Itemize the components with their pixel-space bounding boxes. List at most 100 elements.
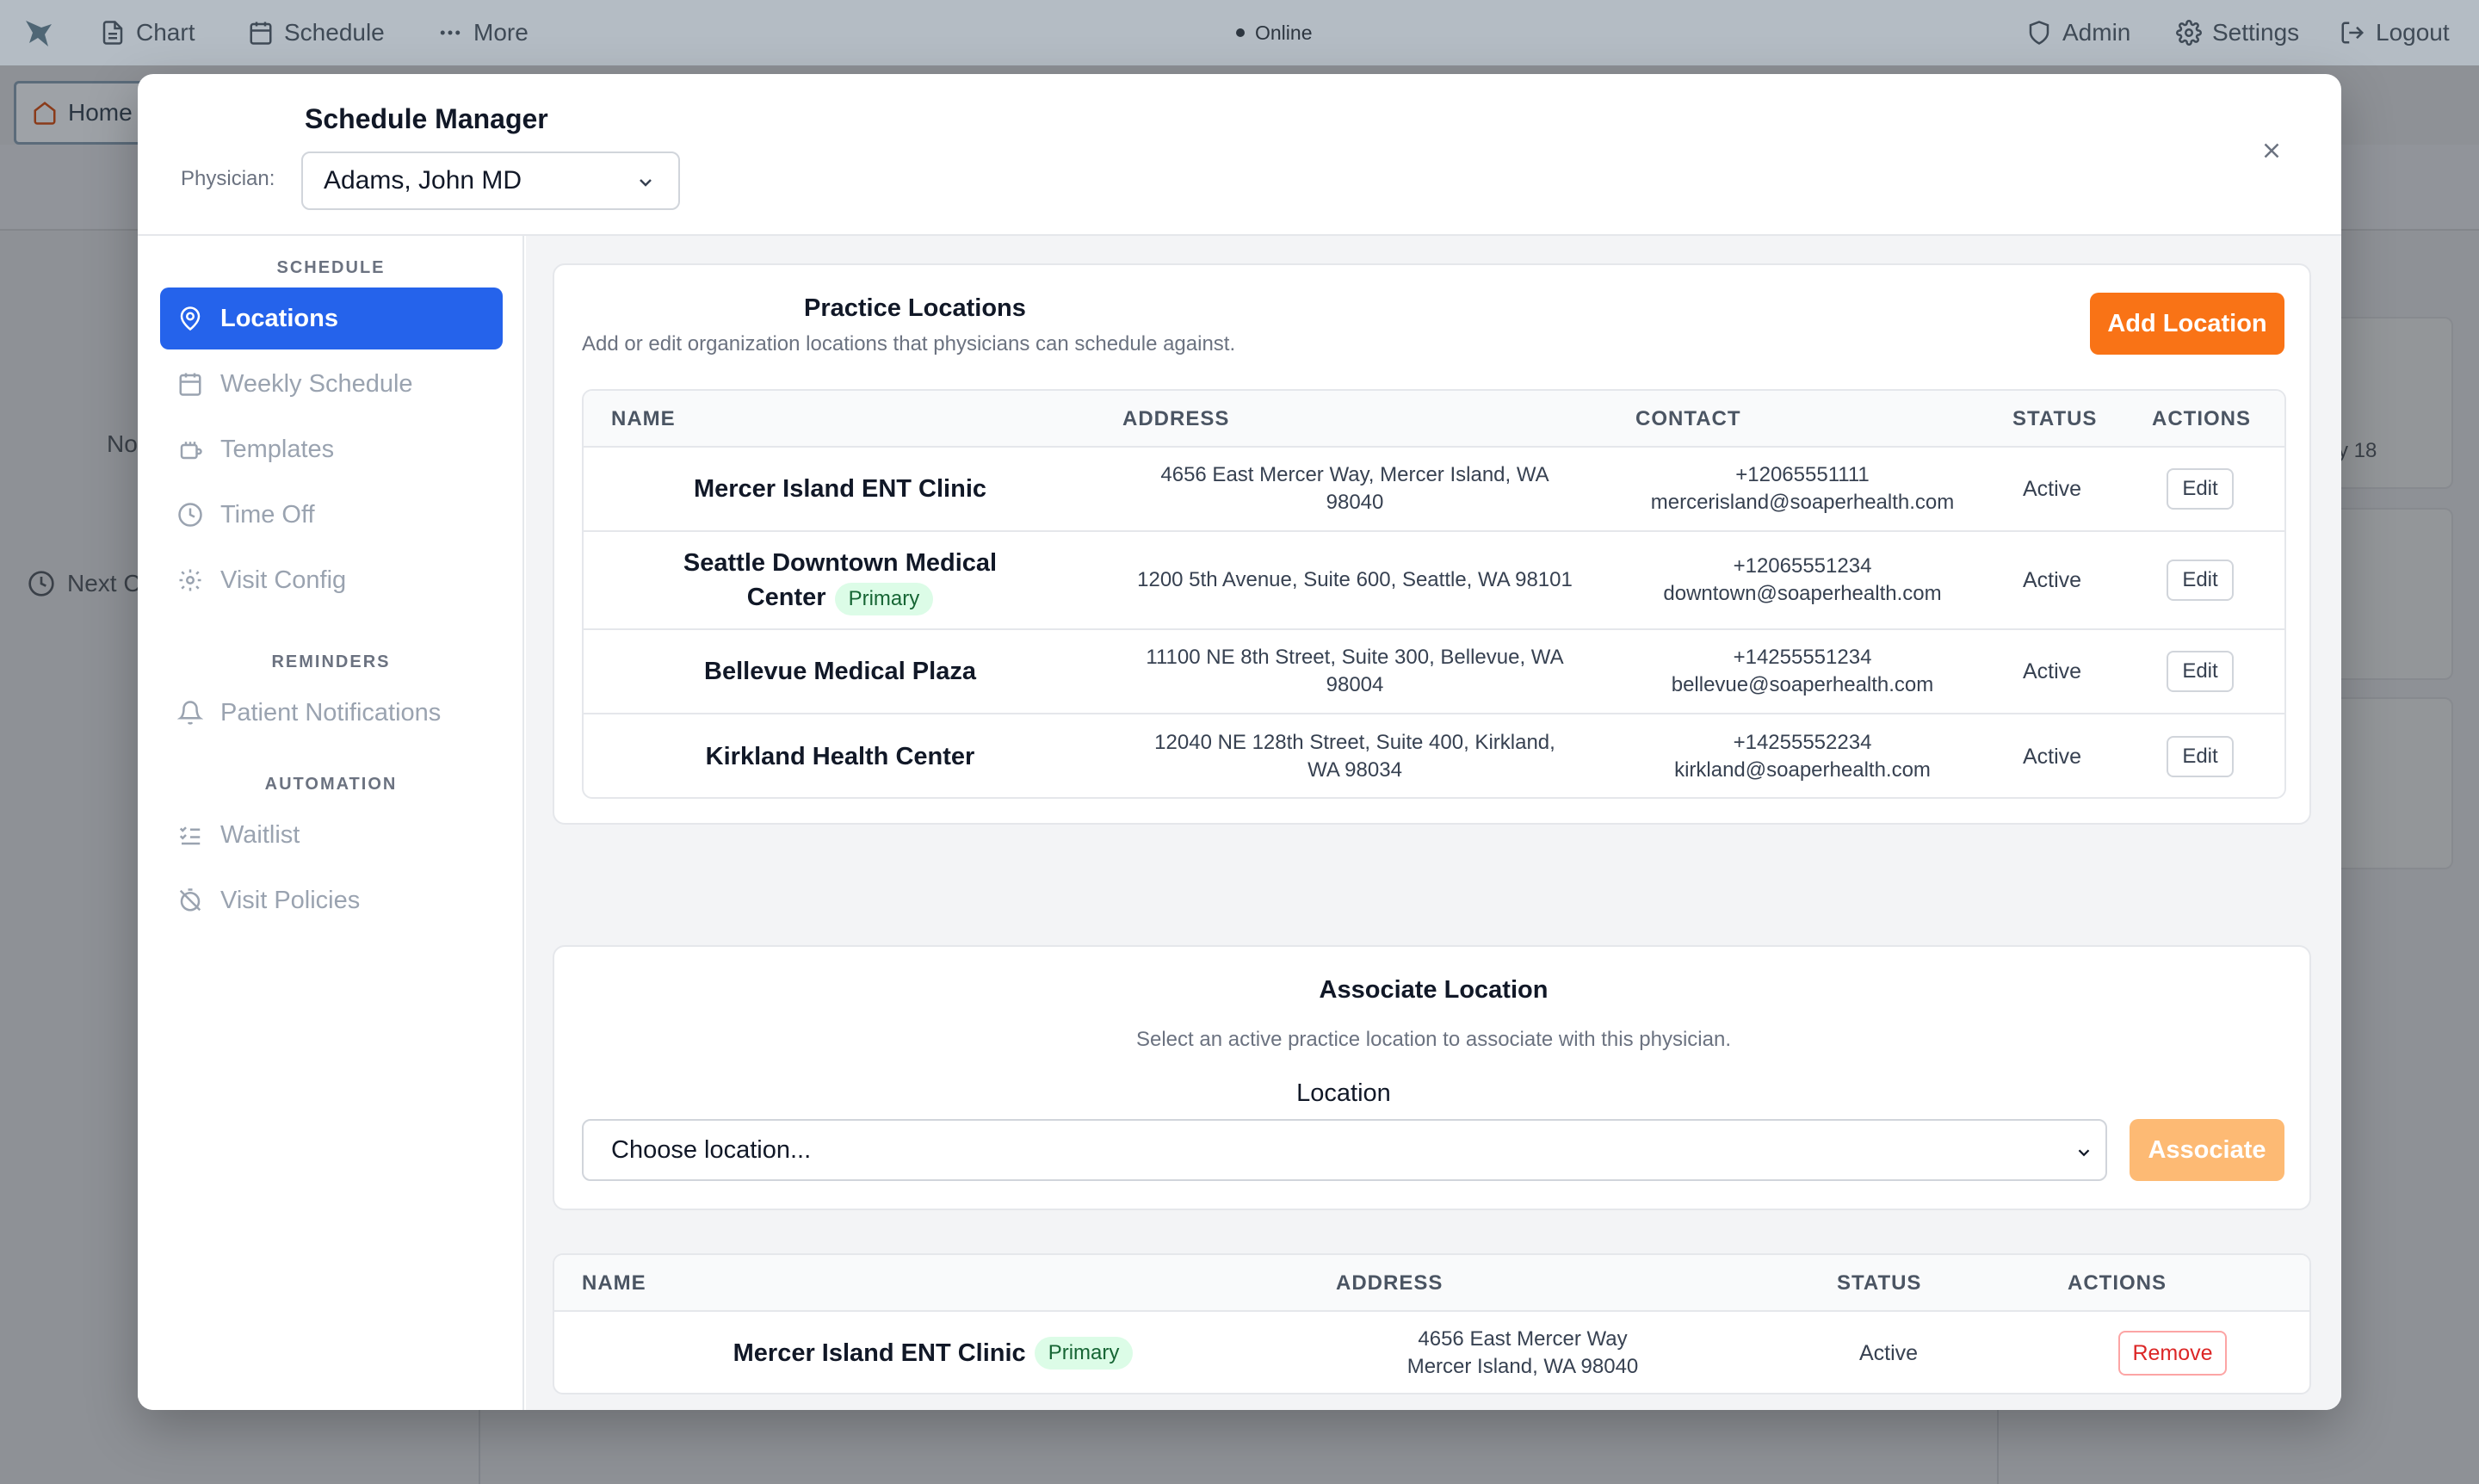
location-status: Active	[2022, 744, 2082, 769]
location-actions: Edit	[2112, 532, 2284, 628]
address-line: 98004	[1326, 673, 1384, 696]
location-field-label: Location	[1296, 1079, 1391, 1107]
table-header: NAME ADDRESS STATUS ACTIONS	[554, 1255, 2309, 1312]
location-contact: +14255552234 kirkland@soaperhealth.com	[1613, 714, 1992, 797]
column-header-address: ADDRESS	[1122, 407, 1230, 430]
clock-icon	[178, 503, 202, 527]
location-address: 12040 NE 128th Street, Suite 400, Kirkla…	[1097, 714, 1613, 797]
contact-email: mercerisland@soaperhealth.com	[1650, 491, 1955, 514]
document-icon	[102, 21, 123, 45]
edit-location-button[interactable]: Edit	[2167, 736, 2234, 777]
sidebar-item-label: Time Off	[220, 500, 315, 529]
location-actions: Edit	[2112, 714, 2284, 797]
sidebar-item-visit-config[interactable]: Visit Config	[160, 549, 503, 611]
sidebar-item-weekly-schedule[interactable]: Weekly Schedule	[160, 353, 503, 415]
bell-icon	[177, 701, 203, 725]
sidebar-item-patient-notifications[interactable]: Patient Notifications	[160, 682, 503, 744]
address-line: 4656 East Mercer Way	[1418, 1327, 1628, 1351]
associate-button[interactable]: Associate	[2130, 1119, 2284, 1181]
column-header-contact: CONTACT	[1635, 407, 1741, 430]
add-location-button[interactable]: Add Location	[2090, 293, 2284, 355]
nav-schedule-label: Schedule	[284, 19, 385, 46]
associated-location-name: Mercer Island ENT Clinic Primary	[554, 1312, 1312, 1393]
column-header-actions: ACTIONS	[2068, 1271, 2167, 1295]
location-select[interactable]: Choose location...	[582, 1119, 2107, 1181]
calendar-icon	[179, 373, 201, 396]
nav-chart[interactable]: Chart	[100, 0, 195, 65]
clock-icon	[28, 571, 54, 597]
contact-phone: +14255551234	[1733, 646, 1872, 669]
location-name: Bellevue Medical Plaza	[704, 658, 976, 685]
physician-select[interactable]: Adams, John MD	[301, 151, 680, 210]
location-name-line: Seattle Downtown Medical	[683, 548, 998, 577]
sidebar-item-label: Waitlist	[220, 820, 300, 849]
location-status: Active	[2022, 476, 2082, 501]
edit-location-button[interactable]: Edit	[2167, 560, 2234, 601]
location-name: Seattle Downtown Medical Center Primary	[584, 532, 1097, 628]
nav-logout-label: Logout	[2376, 19, 2450, 46]
location-name-text: Mercer Island ENT Clinic	[733, 1339, 1026, 1367]
background-fragment-date: y 18	[2338, 439, 2377, 462]
address-line: 4656 East Mercer Way, Mercer Island, WA	[1160, 463, 1549, 486]
sidebar-item-locations[interactable]: Locations	[160, 288, 503, 349]
primary-badge: Primary	[834, 582, 934, 615]
home-tab-label: Home	[68, 99, 133, 126]
location-contact: +12065551111 mercerisland@soaperhealth.c…	[1613, 448, 1992, 530]
location-address: 1200 5th Avenue, Suite 600, Seattle, WA …	[1097, 532, 1613, 628]
column-header-actions: ACTIONS	[2152, 407, 2251, 430]
primary-badge: Primary	[1034, 1337, 1134, 1370]
address-line: Mercer Island, WA 98040	[1406, 1355, 1639, 1378]
sidebar-section-reminders: REMINDERS	[271, 652, 391, 671]
table-row: Bellevue Medical Plaza 11100 NE 8th Stre…	[584, 630, 2284, 714]
nav-more-label: More	[473, 19, 529, 46]
location-name: Mercer Island ENT Clinic	[693, 475, 987, 503]
nav-more[interactable]: More	[437, 0, 529, 65]
practice-locations-card: Practice Locations Add or edit organizat…	[553, 263, 2311, 825]
contact-phone: +14255552234	[1733, 731, 1872, 754]
schedule-manager-modal: Schedule Manager Physician: Adams, John …	[138, 74, 2341, 1410]
sidebar-item-waitlist[interactable]: Waitlist	[160, 804, 503, 866]
app-logo-icon[interactable]	[22, 15, 57, 50]
sidebar-item-templates[interactable]: Templates	[160, 418, 503, 480]
associated-location-address: 4656 East Mercer Way Mercer Island, WA 9…	[1312, 1312, 1734, 1393]
contact-email: kirkland@soaperhealth.com	[1674, 758, 1931, 782]
table-row: Seattle Downtown Medical Center Primary 1…	[584, 532, 2284, 630]
nav-schedule[interactable]: Schedule	[248, 0, 385, 65]
location-contact: +14255551234 bellevue@soaperhealth.com	[1613, 630, 1992, 713]
nav-logout[interactable]: Logout	[2340, 0, 2450, 65]
connection-status-label: Online	[1255, 21, 1313, 44]
location-name-line-2: Center Primary	[747, 580, 934, 615]
location-actions: Edit	[2112, 630, 2284, 713]
table-row: Mercer Island ENT Clinic Primary 4656 Eas…	[554, 1312, 2309, 1393]
sidebar-item-visit-policies[interactable]: Visit Policies	[160, 869, 503, 931]
connection-status: Online	[1236, 0, 1312, 65]
edit-location-button[interactable]: Edit	[2167, 468, 2234, 510]
sidebar-item-label: Patient Notifications	[220, 698, 442, 727]
chevron-down-icon	[640, 179, 652, 187]
timer-off-icon	[179, 888, 201, 912]
remove-location-button[interactable]: Remove	[2118, 1331, 2227, 1376]
template-icon	[180, 442, 202, 460]
nav-admin-label: Admin	[2062, 19, 2131, 46]
sidebar-item-time-off[interactable]: Time Off	[160, 484, 503, 546]
nav-admin[interactable]: Admin	[2026, 0, 2130, 65]
column-header-address: ADDRESS	[1336, 1271, 1444, 1295]
chevron-down-icon	[2078, 1149, 2090, 1157]
contact-email: bellevue@soaperhealth.com	[1671, 673, 1934, 696]
calendar-icon	[250, 22, 272, 45]
sidebar-item-label: Locations	[220, 304, 338, 332]
contact-phone: +12065551234	[1733, 554, 1872, 578]
column-header-name: NAME	[611, 407, 676, 430]
close-modal-button[interactable]	[2255, 134, 2288, 167]
location-status: Active	[2022, 567, 2082, 592]
contact-email: downtown@soaperhealth.com	[1663, 582, 1942, 605]
sidebar-section-automation: AUTOMATION	[264, 775, 398, 794]
table-row: Mercer Island ENT Clinic 4656 East Merce…	[584, 448, 2284, 532]
nav-settings-label: Settings	[2212, 19, 2300, 46]
location-actions: Edit	[2112, 448, 2284, 530]
edit-location-button[interactable]: Edit	[2167, 651, 2234, 692]
associate-location-card: Associate Location Select an active prac…	[553, 945, 2311, 1210]
status-dot-icon	[1236, 28, 1245, 37]
nav-settings[interactable]: Settings	[2176, 0, 2299, 65]
modal-content: Practice Locations Add or edit organizat…	[526, 236, 2341, 1410]
